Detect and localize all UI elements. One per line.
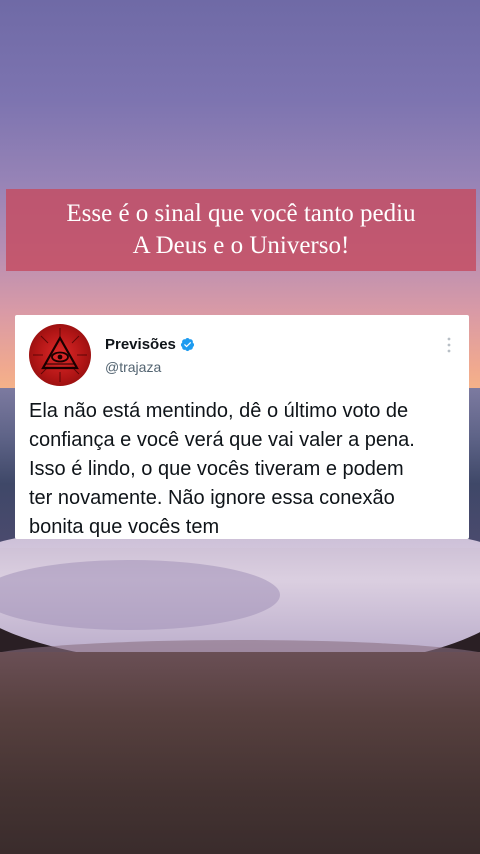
author-info: Previsões @trajaza	[105, 336, 195, 375]
avatar[interactable]	[29, 324, 91, 386]
tweet-text-line: ter novamente. Não ignore essa conexão	[29, 487, 395, 509]
tweet-text: Ela não está mentindo, dê o último voto …	[29, 397, 457, 542]
tweet-text-line: Isso é lindo, o que vocês tiveram e pode…	[29, 458, 404, 480]
caption-line-2: A Deus e o Universo!	[132, 232, 350, 259]
tweet-card[interactable]: Previsões @trajaza Ela não está mentindo…	[15, 315, 469, 539]
tweet-header: Previsões @trajaza	[29, 323, 457, 387]
caption-banner: Esse é o sinal que você tanto pediu A De…	[6, 189, 476, 271]
verified-badge-icon	[180, 337, 194, 351]
tweet-text-line: bonita que vocês tem	[29, 516, 220, 538]
tweet-text-line: confiança e você verá que vai valer a pe…	[29, 429, 415, 451]
tweet-text-line: Ela não está mentindo, dê o último voto …	[29, 400, 409, 422]
caption-line-1: Esse é o sinal que você tanto pediu	[66, 200, 416, 227]
sand	[0, 652, 480, 854]
handle[interactable]: @trajaza	[105, 359, 195, 375]
display-name[interactable]: Previsões	[105, 336, 176, 353]
more-vertical-icon[interactable]	[447, 337, 451, 353]
name-row: Previsões	[105, 336, 195, 353]
eye-of-providence-icon	[33, 328, 87, 382]
